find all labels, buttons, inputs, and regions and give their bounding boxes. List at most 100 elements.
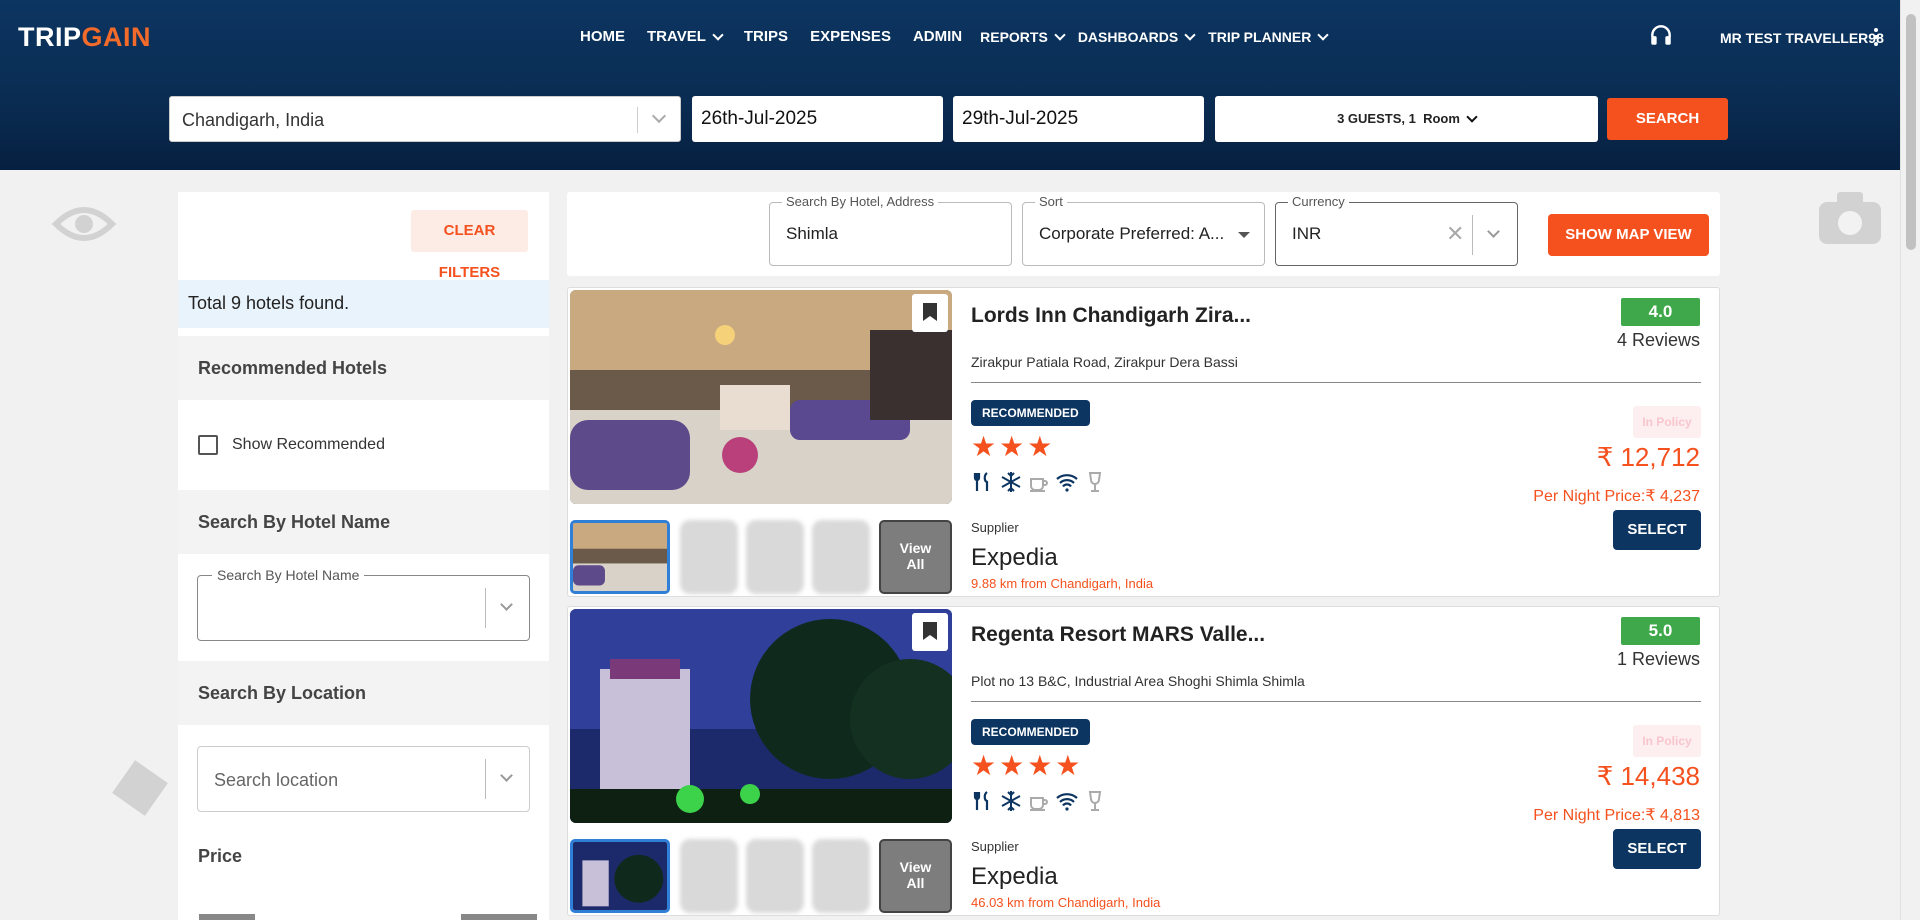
nav-dashboards-label: DASHBOARDS [1077, 28, 1179, 45]
select-button[interactable]: SELECT [1613, 829, 1701, 869]
nav-expenses-label: EXPENSES [810, 28, 891, 45]
hotel-thumbnail-placeholder[interactable] [812, 520, 870, 594]
camera-watermark-icon [1819, 192, 1881, 244]
logo-text-trip: TRIP [18, 22, 82, 52]
recommended-badge: RECOMMENDED [971, 400, 1090, 426]
nav-reports[interactable]: REPORTS [980, 28, 1066, 45]
hotel-thumbnail-placeholder[interactable] [812, 839, 870, 913]
divider [485, 588, 486, 628]
wifi-icon [1056, 474, 1078, 492]
coffee-icon [1030, 797, 1048, 811]
caret-down-icon [1238, 232, 1250, 238]
chevron-down-icon [1184, 28, 1196, 41]
total-price: ₹ 14,438 [1596, 761, 1700, 791]
nav-trips[interactable]: TRIPS [744, 28, 788, 45]
price-heading: Price [178, 830, 549, 894]
headset-icon[interactable] [1648, 22, 1674, 48]
hotel-thumbnail[interactable] [570, 520, 670, 594]
hotel-name-field-label: Search By Hotel Name [212, 567, 365, 583]
hotel-thumbnail[interactable] [570, 839, 670, 913]
air-conditioning-icon [1001, 791, 1021, 811]
hotel-name[interactable]: Lords Inn Chandigarh Zira... [971, 304, 1251, 328]
clear-icon[interactable]: ✕ [1446, 221, 1464, 247]
user-name[interactable]: MR TEST TRAVELLER98 [1720, 30, 1884, 46]
eye-watermark-icon [52, 207, 116, 241]
chevron-down-icon [712, 28, 724, 41]
hotel-card: View All Lords Inn Chandigarh Zira... Zir… [567, 287, 1720, 597]
supplier-label: Supplier [971, 839, 1019, 854]
chevron-down-icon [1466, 110, 1478, 123]
chevron-down-icon[interactable] [500, 598, 513, 611]
sort-select[interactable]: Sort Corporate Preferred: A... [1022, 194, 1265, 266]
distance-text: 46.03 km from Chandigarh, India [971, 895, 1161, 910]
bookmark-icon[interactable] [912, 613, 948, 651]
nav-trip-planner[interactable]: TRIP PLANNER [1208, 28, 1330, 45]
nav-expenses[interactable]: EXPENSES [810, 28, 891, 45]
show-recommended-row[interactable]: Show Recommended [198, 435, 385, 455]
clear-filters-button[interactable]: CLEAR FILTERS [411, 210, 528, 281]
hotel-thumbnail-placeholder[interactable] [746, 520, 804, 594]
reviews-count[interactable]: 1 Reviews [1617, 649, 1700, 670]
total-hotels-found: Total 9 hotels found. [178, 280, 549, 328]
per-night-price: Per Night Price:₹ 4,813 [1533, 807, 1700, 824]
view-all-photos-button[interactable]: View All [879, 839, 952, 913]
results-toolbar: Search By Hotel, Address Shimla Sort Cor… [567, 192, 1720, 276]
restaurant-icon [973, 791, 989, 810]
show-recommended-label: Show Recommended [232, 436, 385, 453]
chevron-down-icon[interactable] [1487, 225, 1500, 238]
hotel-address-search-input[interactable]: Search By Hotel, Address Shimla [769, 194, 1012, 266]
distance-text: 9.88 km from Chandigarh, India [971, 576, 1154, 591]
price-min-handle[interactable] [199, 914, 255, 920]
nav-trips-label: TRIPS [743, 28, 789, 45]
photo-thumbnails: View All [570, 839, 952, 913]
checkin-date-input[interactable]: 26th-Jul-2025 [692, 96, 943, 142]
chevron-down-icon[interactable] [500, 769, 513, 782]
wifi-icon [1056, 793, 1078, 811]
hotel-thumbnail-placeholder[interactable] [680, 520, 738, 594]
per-night-price: Per Night Price:₹ 4,237 [1533, 488, 1700, 505]
total-price: ₹ 12,712 [1596, 442, 1700, 472]
show-recommended-checkbox[interactable] [198, 435, 218, 455]
rating-badge: 4.0 [1621, 298, 1700, 326]
search-hotel-name-heading: Search By Hotel Name [178, 490, 549, 554]
supplier-label: Supplier [971, 520, 1019, 535]
more-vertical-icon[interactable] [1874, 28, 1880, 48]
room-value: Room [1423, 111, 1460, 126]
search-button[interactable]: SEARCH [1607, 98, 1728, 140]
city-select[interactable]: Chandigarh, India [169, 96, 681, 142]
chevron-down-icon [1317, 28, 1330, 41]
restaurant-icon [973, 472, 989, 491]
divider [971, 382, 1701, 383]
location-search-input[interactable]: Search location [197, 746, 530, 812]
hotel-photo[interactable] [570, 290, 952, 504]
chip-watermark-icon [112, 760, 168, 816]
tripgain-logo[interactable]: TRIPGAIN [18, 22, 151, 53]
bar-icon [1088, 472, 1102, 492]
search-location-heading: Search By Location [178, 661, 549, 725]
nav-travel[interactable]: TRAVEL [647, 28, 724, 45]
hotel-name[interactable]: Regenta Resort MARS Valle... [971, 623, 1265, 647]
chevron-down-icon[interactable] [651, 108, 667, 124]
chevron-down-icon [1054, 28, 1066, 41]
select-button[interactable]: SELECT [1613, 510, 1701, 550]
page-scrollbar[interactable] [1900, 0, 1920, 920]
nav-home[interactable]: HOME [580, 28, 625, 45]
hotel-name-search-input[interactable]: Search By Hotel Name [197, 567, 530, 641]
nav-dashboards[interactable]: DASHBOARDS [1077, 28, 1196, 45]
view-all-photos-button[interactable]: View All [879, 520, 952, 594]
reviews-count[interactable]: 4 Reviews [1617, 330, 1700, 351]
hotel-address: Zirakpur Patiala Road, Zirakpur Dera Bas… [971, 354, 1238, 370]
currency-select[interactable]: Currency INR ✕ [1275, 194, 1518, 266]
guests-room-selector[interactable]: 3 GUESTS, 1 Room [1215, 96, 1598, 142]
checkout-date-input[interactable]: 29th-Jul-2025 [953, 96, 1204, 142]
hotel-thumbnail-placeholder[interactable] [680, 839, 738, 913]
nav-admin[interactable]: ADMIN [913, 28, 962, 45]
hotel-photo[interactable] [570, 609, 952, 823]
photo-thumbnails: View All [570, 520, 952, 594]
hotel-thumbnail-placeholder[interactable] [746, 839, 804, 913]
show-map-view-button[interactable]: SHOW MAP VIEW [1548, 214, 1709, 256]
supplier-name: Expedia [971, 544, 1058, 571]
price-max-handle[interactable] [461, 914, 537, 920]
scrollbar-thumb[interactable] [1906, 14, 1916, 250]
bookmark-icon[interactable] [912, 294, 948, 332]
